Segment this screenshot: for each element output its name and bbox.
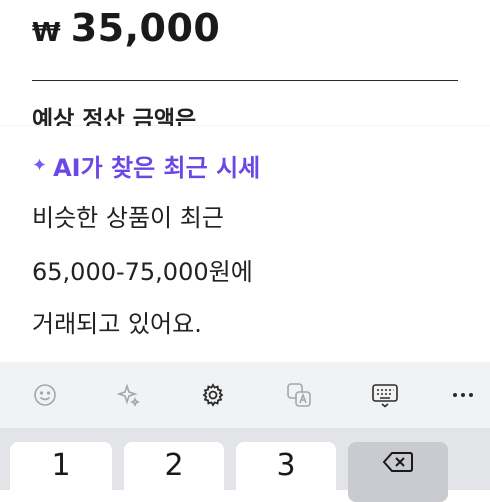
backspace-icon xyxy=(381,448,415,483)
ai-card-title: ✦ AI가 찾은 최근 시세 xyxy=(32,148,260,183)
ai-price-card: ✦ AI가 찾은 최근 시세 비슷한 상품이 최근 65,000-75,000원… xyxy=(0,126,490,358)
keyboard-toolbar xyxy=(0,362,490,428)
ai-card-line-3: 거래되고 있어요. xyxy=(32,310,202,338)
translate-icon[interactable] xyxy=(282,378,316,412)
delete-key[interactable] xyxy=(348,442,448,502)
price-value[interactable]: 35,000 xyxy=(71,6,221,50)
price-underline xyxy=(32,80,458,81)
key-3[interactable]: 3 xyxy=(236,442,336,502)
sparkle-icon[interactable] xyxy=(112,378,146,412)
price-row: ₩ 35,000 xyxy=(32,6,220,50)
ai-card-line-1: 비슷한 상품이 최근 xyxy=(32,204,224,232)
gear-icon[interactable] xyxy=(196,378,230,412)
key-2[interactable]: 2 xyxy=(124,442,224,502)
ai-card-line-2: 65,000-75,000원에 xyxy=(32,258,253,286)
keyboard-icon[interactable] xyxy=(368,378,402,412)
emoji-icon[interactable] xyxy=(28,378,62,412)
settlement-label: 예상 정산 금액은 xyxy=(32,107,197,126)
key-1[interactable]: 1 xyxy=(10,442,112,502)
keyboard-keys: 1 2 3 xyxy=(0,428,490,502)
sparkle-icon: ✦ xyxy=(32,155,48,176)
currency-symbol: ₩ xyxy=(32,18,61,48)
more-icon[interactable] xyxy=(446,378,480,412)
ai-card-title-text: AI가 찾은 최근 시세 xyxy=(53,154,261,182)
